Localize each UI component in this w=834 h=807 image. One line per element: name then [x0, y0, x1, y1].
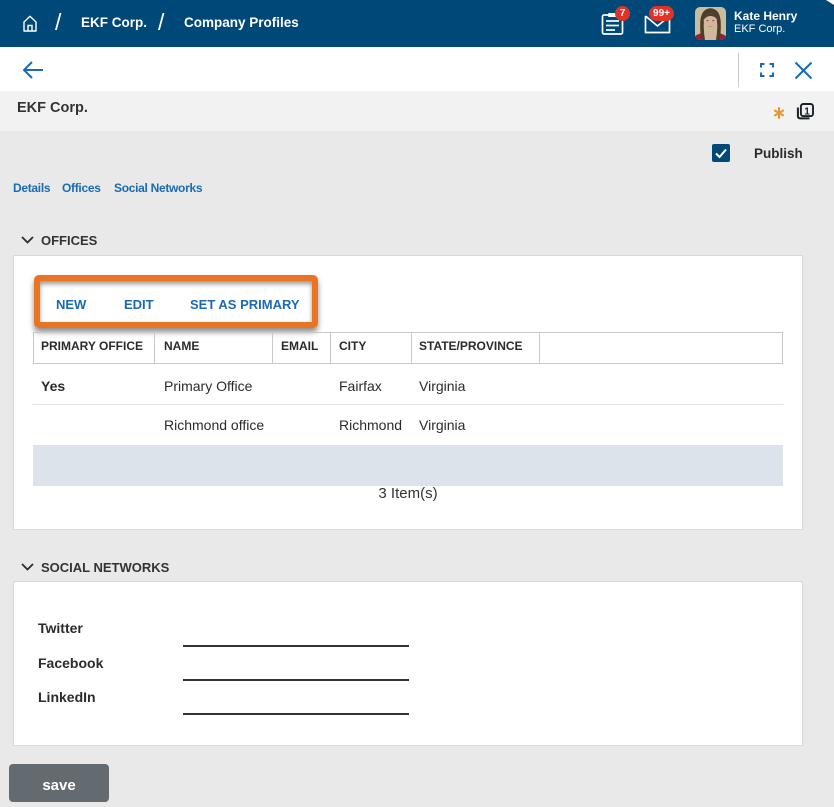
svg-text:1: 1: [804, 106, 810, 117]
